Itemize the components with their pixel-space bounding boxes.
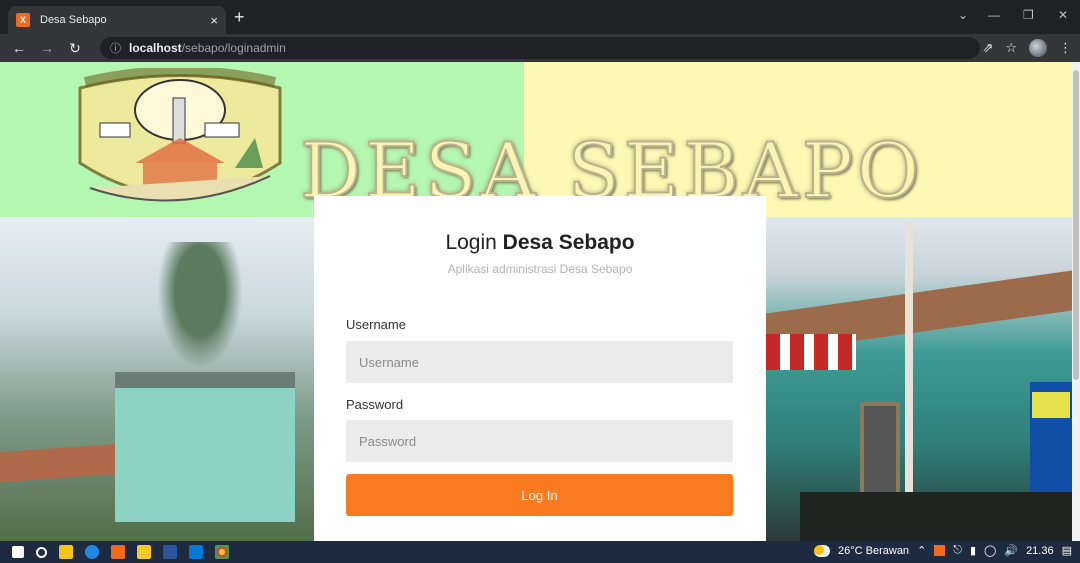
restore-icon[interactable]: ❐	[1023, 8, 1034, 22]
password-input[interactable]	[346, 420, 733, 462]
url-path: /sebapo/loginadmin	[181, 41, 286, 55]
battery-icon[interactable]: ▮	[970, 544, 976, 557]
app-icon-1[interactable]	[59, 545, 73, 559]
login-subtitle: Aplikasi administrasi Desa Sebapo	[447, 262, 633, 276]
system-tray: 26°C Berawan ⌃ ⎋ ▮ ◯ 🔊 21.36 ▤	[814, 544, 1072, 557]
volume-icon[interactable]: 🔊	[1004, 544, 1018, 557]
usb-icon[interactable]: ⎋	[953, 544, 962, 557]
xampp-taskbar-icon[interactable]	[111, 545, 125, 559]
profile-avatar[interactable]	[1029, 39, 1047, 57]
minimize-icon[interactable]: —	[988, 8, 1000, 22]
site-info-icon[interactable]: ⓘ	[110, 40, 121, 56]
reload-icon[interactable]: ↻	[64, 40, 86, 57]
tray-xampp-icon[interactable]	[934, 545, 946, 556]
login-button[interactable]: Log In	[346, 474, 733, 516]
network-icon[interactable]: ◯	[984, 544, 996, 557]
page-scrollbar-thumb[interactable]	[1073, 70, 1079, 380]
password-label: Password	[346, 397, 404, 412]
tab-close-icon[interactable]: ×	[210, 13, 218, 28]
close-window-icon[interactable]: ✕	[1058, 8, 1068, 22]
search-icon[interactable]	[36, 546, 47, 558]
login-title-prefix: Login	[445, 231, 503, 254]
app-icon-2[interactable]	[189, 545, 203, 559]
tab-title: Desa Sebapo	[40, 14, 107, 26]
back-arrow-icon[interactable]: ←	[8, 40, 30, 56]
chrome-icon[interactable]	[215, 545, 229, 559]
menu-dots-icon[interactable]: ⋮	[1059, 40, 1072, 56]
photo-left-house	[115, 372, 295, 522]
login-card: Login Desa Sebapo Aplikasi administrasi …	[314, 196, 766, 541]
motorbikes-area	[800, 492, 1072, 541]
tab-search-chevron-icon[interactable]: ⌄	[958, 8, 968, 22]
share-icon[interactable]: ⇗	[982, 40, 993, 56]
bookmark-star-icon[interactable]: ☆	[1005, 40, 1017, 56]
palm-tree-shape	[150, 242, 250, 382]
word-icon[interactable]	[163, 545, 177, 559]
yellow-signboard	[1032, 392, 1070, 418]
url-host: localhost	[129, 41, 182, 55]
edge-browser-icon[interactable]	[85, 545, 99, 559]
file-explorer-icon[interactable]	[137, 545, 151, 559]
forward-arrow-icon[interactable]: →	[36, 40, 58, 56]
weather-icon	[814, 544, 830, 557]
browser-tab-bar: X Desa Sebapo × + ⌄ — ❐ ✕	[0, 0, 1080, 34]
toolbar-right-icons: ⇗ ☆ ⋮	[982, 39, 1072, 57]
login-title-bold: Desa Sebapo	[502, 231, 635, 254]
login-title: Login Desa Sebapo	[314, 231, 766, 255]
windows-taskbar: 26°C Berawan ⌃ ⎋ ▮ ◯ 🔊 21.36 ▤	[0, 541, 1080, 563]
weather-text[interactable]: 26°C Berawan	[838, 545, 909, 557]
page-viewport: DESA SEBAPO Login Desa Sebapo Aplikasi a…	[0, 62, 1072, 541]
clock[interactable]: 21.36	[1026, 545, 1054, 557]
windows-start-icon[interactable]	[12, 546, 24, 558]
url-bar[interactable]: ⓘ localhost /sebapo/loginadmin	[100, 37, 980, 59]
username-label: Username	[346, 317, 406, 332]
tray-chevron-icon[interactable]: ⌃	[917, 544, 926, 557]
regency-logo-icon	[78, 68, 282, 202]
xampp-favicon-icon: X	[16, 13, 30, 27]
new-tab-icon[interactable]: +	[234, 8, 245, 26]
address-toolbar: ← → ↻ ⓘ localhost /sebapo/loginadmin ⇗ ☆…	[0, 34, 1080, 62]
flag-bunting	[766, 334, 856, 370]
username-input[interactable]	[346, 341, 733, 383]
browser-tab[interactable]: X Desa Sebapo ×	[8, 6, 226, 34]
notification-icon[interactable]: ▤	[1062, 544, 1072, 557]
